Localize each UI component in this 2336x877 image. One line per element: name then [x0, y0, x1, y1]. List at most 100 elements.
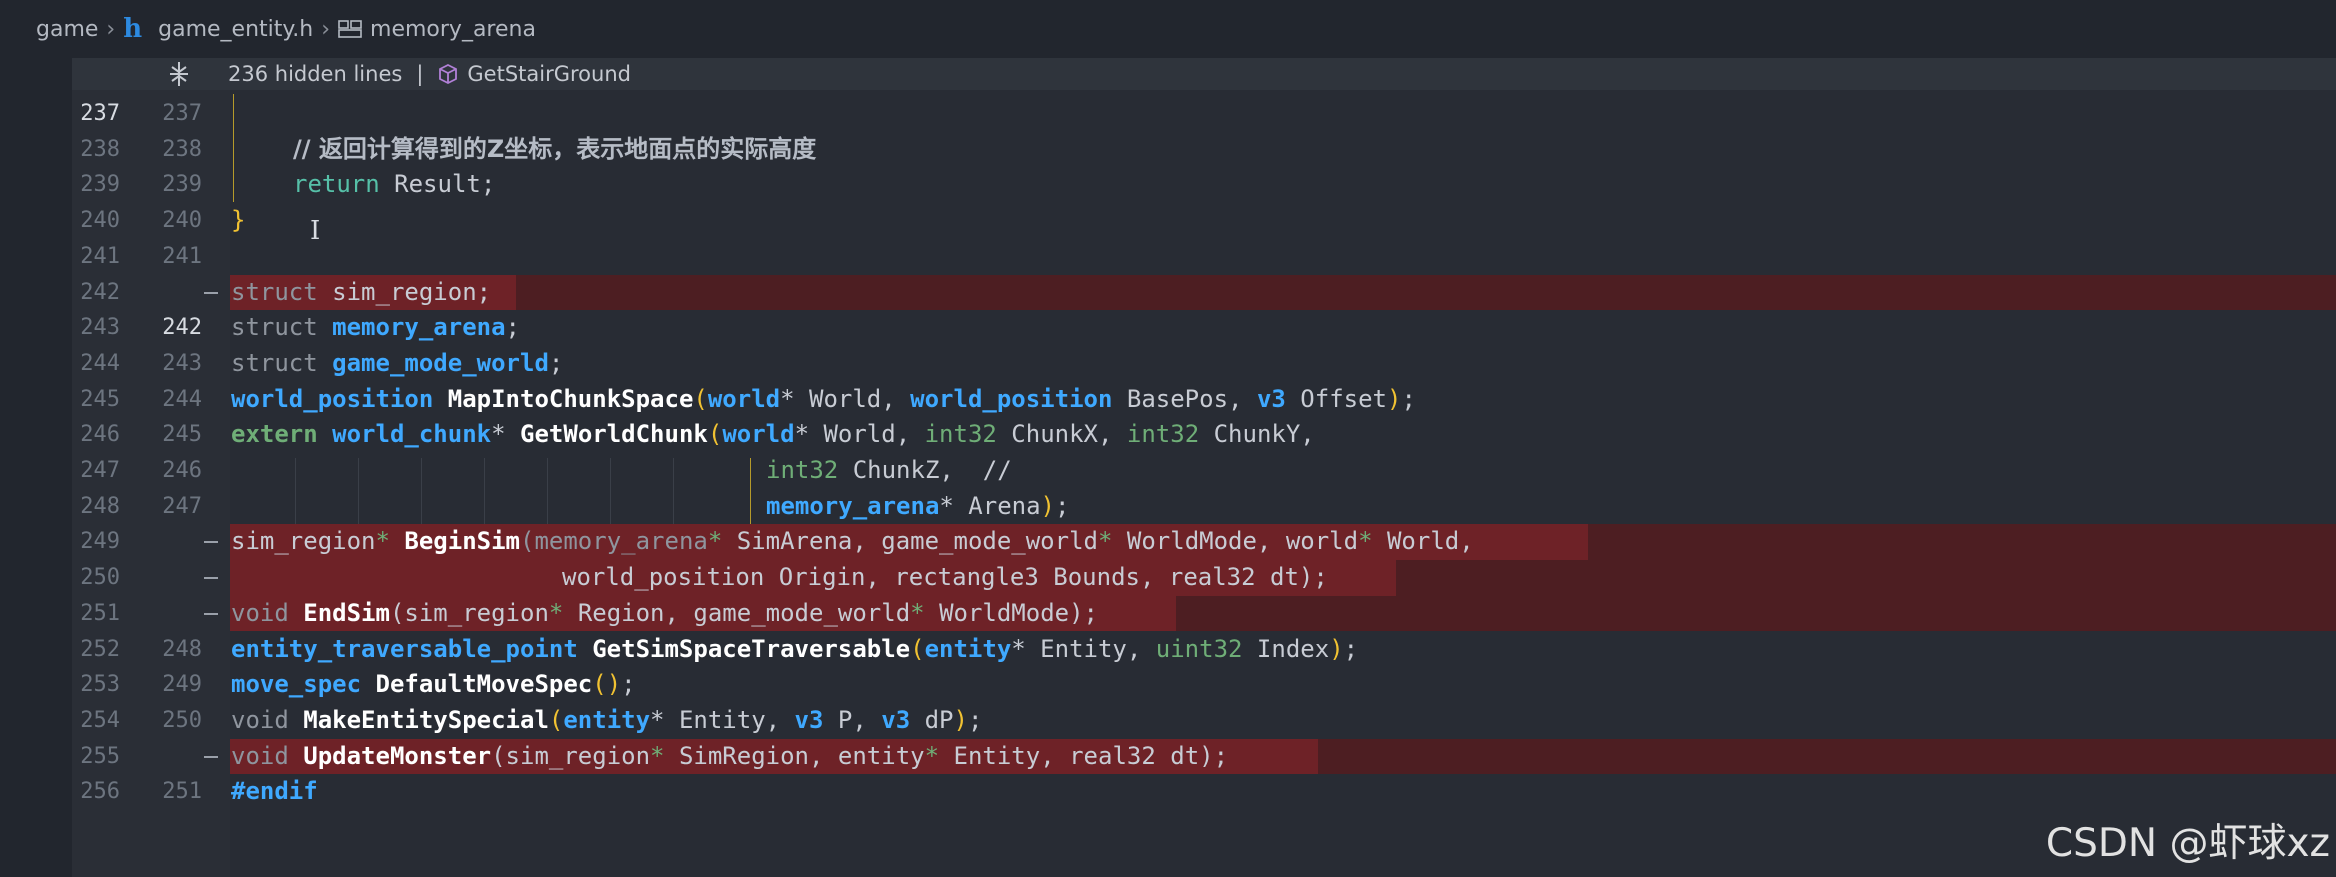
code-line[interactable]: 256 251 #endif [0, 774, 2336, 810]
function-name: DefaultMoveSpec [375, 670, 593, 699]
paren: ( [548, 705, 564, 734]
code-line[interactable]: 240 240 } [0, 203, 2336, 239]
function-name: GetWorldChunk [520, 420, 708, 449]
deleted-line[interactable]: 251 void EndSim(sim_region* Region, game… [0, 595, 2336, 632]
type-name: entity_traversable_point [231, 634, 578, 663]
old-line-number: 249 [80, 529, 120, 555]
code-token: * World, [780, 384, 911, 413]
hidden-lines-bar[interactable]: 236 hidden lines | GetStairGround [72, 58, 2336, 90]
old-line-number: 242 [80, 279, 120, 305]
function-name: BeginSim [404, 527, 520, 556]
old-line-number: 237 [80, 101, 120, 126]
code-text: int32 ChunkZ, // [766, 453, 1012, 489]
old-line-number: 244 [80, 350, 120, 376]
code-line[interactable]: 246 245 extern world_chunk* GetWorldChun… [0, 417, 2336, 453]
deleted-line[interactable]: 242 struct sim_region; [0, 274, 2336, 311]
old-line-number: 246 [80, 422, 120, 448]
code-line[interactable]: 248 247 memory_arena* Arena); [0, 489, 2336, 525]
code-line[interactable]: 252 248 entity_traversable_point GetSimS… [0, 632, 2336, 668]
code-token: ; [621, 670, 636, 699]
code-line[interactable]: 241 241 [0, 239, 2336, 275]
type-name: v3 [881, 705, 911, 734]
hidden-bar-separator: | [416, 62, 424, 86]
code-token: ; [548, 348, 564, 377]
new-line-number: 251 [162, 779, 202, 805]
keyword: void [231, 598, 289, 627]
keyword: void [231, 741, 289, 770]
brace: } [231, 206, 246, 235]
keyword: struct [231, 348, 333, 377]
preprocessor-directive: #endif [231, 777, 318, 806]
new-line-number: 250 [162, 707, 202, 733]
code-token: SimRegion, entity [678, 741, 925, 770]
new-line-number: 244 [162, 386, 202, 412]
pointer-star: * [375, 527, 405, 556]
paren: ( [910, 634, 925, 663]
keyword: return [293, 170, 380, 199]
deleted-line[interactable]: 249 sim_region* BeginSim(memory_arena* S… [0, 524, 2336, 561]
code-text: world_position MapIntoChunkSpace(world* … [231, 382, 1416, 418]
breadcrumb: game › h game_entity.h › memory_arena [0, 0, 2336, 58]
type-name: int32 [766, 456, 839, 484]
new-line-number: 248 [162, 636, 202, 662]
code-token: WorldMode, world [1126, 527, 1359, 556]
code-text: void UpdateMonster(sim_region* SimRegion… [231, 739, 1228, 775]
code-token: Offset [1285, 384, 1387, 413]
new-line-number: 238 [162, 136, 202, 162]
deleted-line[interactable]: 250 world_position Origin, rectangle3 Bo… [0, 560, 2336, 596]
function-name: EndSim [303, 598, 390, 627]
old-line-number: 255 [80, 743, 120, 769]
old-line-number: 239 [80, 172, 120, 198]
minus-icon [204, 577, 218, 580]
code-text: void EndSim(sim_region* Region, game_mod… [231, 596, 1098, 632]
code-token: Index [1242, 634, 1330, 663]
old-line-number: 248 [80, 493, 120, 519]
code-text: struct sim_region; [231, 275, 491, 311]
new-line-number: 242 [162, 315, 202, 341]
code-text: struct memory_arena; [231, 310, 520, 346]
new-line-number: 245 [162, 422, 202, 448]
code-line[interactable]: 245 244 world_position MapIntoChunkSpace… [0, 382, 2336, 418]
type-name: move_spec [231, 670, 362, 699]
code-token: Entity, real32 dt); [953, 741, 1229, 770]
hidden-lines-count[interactable]: 236 hidden lines [228, 62, 402, 86]
code-token: BasePos, [1112, 384, 1257, 413]
code-line[interactable]: 239 239 return Result; [0, 167, 2336, 203]
paren: ) [1387, 384, 1402, 413]
header-file-icon: h [123, 14, 143, 44]
breadcrumb-symbol[interactable]: memory_arena [370, 17, 536, 42]
old-line-number: 254 [80, 707, 120, 733]
code-token: * Entity, [650, 705, 795, 734]
keyword: struct [231, 313, 333, 342]
code-text: sim_region* BeginSim(memory_arena* SimAr… [231, 524, 1474, 560]
code-token: ; [1055, 491, 1070, 520]
hidden-bar-symbol[interactable]: GetStairGround [467, 62, 631, 86]
keyword: extern [231, 420, 318, 449]
old-line-number: 251 [80, 600, 120, 626]
code-line[interactable]: 247 246 int32 ChunkZ, // [0, 453, 2336, 489]
breadcrumb-folder[interactable]: game [36, 17, 98, 42]
type-name: uint32 [1155, 634, 1243, 663]
pointer-star: * [924, 741, 954, 770]
code-token: (sim_region [491, 741, 651, 770]
unfold-icon[interactable] [158, 61, 200, 87]
code-line[interactable]: 237 237 [0, 96, 2336, 132]
code-line[interactable]: 254 250 void MakeEntitySpecial(entity* E… [0, 703, 2336, 739]
code-line[interactable]: 253 249 move_spec DefaultMoveSpec(); [0, 667, 2336, 703]
deleted-line[interactable]: 255 void UpdateMonster(sim_region* SimRe… [0, 738, 2336, 775]
code-line[interactable]: 243 242 struct memory_arena; [0, 310, 2336, 346]
code-line[interactable]: 244 243 struct game_mode_world; [0, 346, 2336, 382]
type-name: game_mode_world [332, 348, 549, 377]
code-token: ; [967, 705, 983, 734]
code-token: ChunkY, [1199, 420, 1315, 449]
code-line[interactable]: 238 238 // 返回计算得到的Z坐标，表示地面点的实际高度 [0, 132, 2336, 168]
code-token: Region, game_mode_world [577, 598, 911, 627]
code-token: sim_region; [317, 277, 492, 306]
keyword: struct [231, 277, 318, 306]
watermark: CSDN @虾球xz [2045, 821, 2330, 866]
breadcrumb-file[interactable]: game_entity.h [158, 17, 313, 42]
code-token: ; [1401, 384, 1416, 413]
